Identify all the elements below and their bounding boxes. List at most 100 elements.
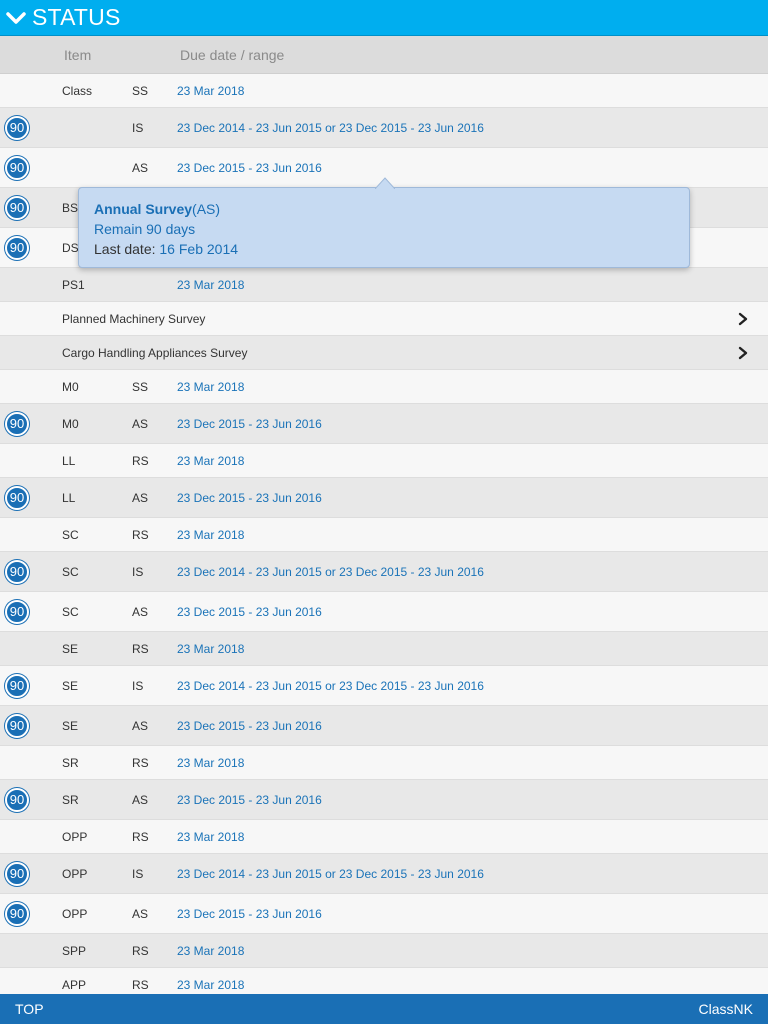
row-due: 23 Dec 2015 - 23 Jun 2016 xyxy=(177,604,322,619)
row-item: SE xyxy=(62,678,79,693)
table-row[interactable]: 90 SC AS 23 Dec 2015 - 23 Jun 2016 xyxy=(0,592,768,632)
row-item: SC xyxy=(62,604,79,619)
table-row[interactable]: LL RS 23 Mar 2018 xyxy=(0,444,768,478)
row-due: 23 Dec 2015 - 23 Jun 2016 xyxy=(177,718,322,733)
row-code: RS xyxy=(132,977,149,992)
chevron-down-icon[interactable] xyxy=(0,10,32,26)
row-label: Planned Machinery Survey xyxy=(62,311,206,326)
table-row[interactable]: 90 LL AS 23 Dec 2015 - 23 Jun 2016 xyxy=(0,478,768,518)
row-due: 23 Dec 2015 - 23 Jun 2016 xyxy=(177,792,322,807)
row-code: AS xyxy=(132,906,149,921)
row-item: OPP xyxy=(62,866,88,881)
days-badge[interactable]: 90 xyxy=(5,673,29,698)
row-due: 23 Dec 2015 - 23 Jun 2016 xyxy=(177,906,322,921)
table-row[interactable]: Class SS 23 Mar 2018 xyxy=(0,74,768,108)
row-code: AS xyxy=(132,718,149,733)
table-row[interactable]: SC RS 23 Mar 2018 xyxy=(0,518,768,552)
row-label: Cargo Handling Appliances Survey xyxy=(62,345,248,360)
row-code: RS xyxy=(132,829,149,844)
tooltip-code: (AS) xyxy=(192,201,221,217)
row-item: SC xyxy=(62,527,79,542)
column-item: Item xyxy=(64,47,92,63)
table-row[interactable]: 90 SE AS 23 Dec 2015 - 23 Jun 2016 xyxy=(0,706,768,746)
row-item: SE xyxy=(62,641,79,656)
table-row[interactable]: OPP RS 23 Mar 2018 xyxy=(0,820,768,854)
status-header[interactable]: STATUS xyxy=(0,0,768,36)
tooltip-last-date: 16 Feb 2014 xyxy=(159,241,239,257)
row-due: 23 Mar 2018 xyxy=(177,453,245,468)
chevron-right-icon[interactable] xyxy=(736,346,750,360)
table-row[interactable]: PS1 23 Mar 2018 xyxy=(0,268,768,302)
table-row[interactable]: 90 M0 AS 23 Dec 2015 - 23 Jun 2016 xyxy=(0,404,768,444)
row-code: IS xyxy=(132,866,144,881)
row-item: M0 xyxy=(62,416,79,431)
row-due: 23 Dec 2014 - 23 Jun 2015 or 23 Dec 2015… xyxy=(177,564,484,579)
row-code: AS xyxy=(132,490,149,505)
top-link[interactable]: TOP xyxy=(15,1001,44,1017)
link-row[interactable]: Cargo Handling Appliances Survey xyxy=(0,336,768,370)
table-row[interactable]: 90 IS 23 Dec 2014 - 23 Jun 2015 or 23 Dec … xyxy=(0,108,768,148)
table-row[interactable]: SPP RS 23 Mar 2018 xyxy=(0,934,768,968)
page-title: STATUS xyxy=(32,4,121,30)
row-code: AS xyxy=(132,416,149,431)
days-badge[interactable]: 90 xyxy=(5,411,29,436)
row-code: RS xyxy=(132,527,149,542)
chevron-right-icon[interactable] xyxy=(736,312,750,326)
row-code: RS xyxy=(132,641,149,656)
days-badge[interactable]: 90 xyxy=(5,195,29,220)
row-code: IS xyxy=(132,564,144,579)
table-row[interactable]: 90 SE IS 23 Dec 2014 - 23 Jun 2015 or 23 De… xyxy=(0,666,768,706)
table-row[interactable]: 90 OPP IS 23 Dec 2014 - 23 Jun 2015 or 23 D… xyxy=(0,854,768,894)
row-item: LL xyxy=(62,453,76,468)
row-code: AS xyxy=(132,604,149,619)
row-due: 23 Mar 2018 xyxy=(177,83,245,98)
link-row[interactable]: Planned Machinery Survey xyxy=(0,302,768,336)
days-badge[interactable]: 90 xyxy=(5,559,29,584)
row-due: 23 Dec 2015 - 23 Jun 2016 xyxy=(177,160,322,175)
days-badge[interactable]: 90 xyxy=(5,787,29,812)
row-code: IS xyxy=(132,678,144,693)
row-due: 23 Dec 2014 - 23 Jun 2015 or 23 Dec 2015… xyxy=(177,678,484,693)
days-badge[interactable]: 90 xyxy=(5,599,29,624)
tooltip-pointer xyxy=(375,177,395,189)
row-item: LL xyxy=(62,490,76,505)
row-item: DS xyxy=(62,240,79,255)
table-row[interactable]: SR RS 23 Mar 2018 xyxy=(0,746,768,780)
row-item: Class xyxy=(62,83,93,98)
row-due: 23 Mar 2018 xyxy=(177,755,245,770)
survey-tooltip: Annual Survey(AS) Remain 90 days Last da… xyxy=(78,177,690,268)
days-badge[interactable]: 90 xyxy=(5,901,29,926)
table-row[interactable]: SE RS 23 Mar 2018 xyxy=(0,632,768,666)
row-code: RS xyxy=(132,943,149,958)
row-item: OPP xyxy=(62,906,88,921)
row-due: 23 Dec 2014 - 23 Jun 2015 or 23 Dec 2015… xyxy=(177,120,484,135)
table-row[interactable]: M0 SS 23 Mar 2018 xyxy=(0,370,768,404)
days-badge[interactable]: 90 xyxy=(5,115,29,140)
table-row[interactable]: 90 SC IS 23 Dec 2014 - 23 Jun 2015 or 23 De… xyxy=(0,552,768,592)
row-code: AS xyxy=(132,160,149,175)
row-due: 23 Mar 2018 xyxy=(177,829,245,844)
footer-bar: TOP ClassNK xyxy=(0,994,768,1024)
row-due: 23 Mar 2018 xyxy=(177,527,245,542)
table-row[interactable]: 90 SR AS 23 Dec 2015 - 23 Jun 2016 xyxy=(0,780,768,820)
row-item: BS xyxy=(62,200,79,215)
row-item: APP xyxy=(62,977,87,992)
row-due: 23 Dec 2015 - 23 Jun 2016 xyxy=(177,490,322,505)
tooltip-last-label: Last date: xyxy=(94,241,160,257)
days-badge[interactable]: 90 xyxy=(5,713,29,738)
row-due: 23 Mar 2018 xyxy=(177,379,245,394)
row-code: RS xyxy=(132,755,149,770)
row-item: M0 xyxy=(62,379,79,394)
days-badge[interactable]: 90 xyxy=(5,155,29,180)
row-due: 23 Mar 2018 xyxy=(177,943,245,958)
row-code: RS xyxy=(132,453,149,468)
row-due: 23 Mar 2018 xyxy=(177,977,245,992)
days-badge[interactable]: 90 xyxy=(5,485,29,510)
days-badge[interactable]: 90 xyxy=(5,235,29,260)
row-due: 23 Mar 2018 xyxy=(177,277,245,292)
row-due: 23 Mar 2018 xyxy=(177,641,245,656)
brand-label: ClassNK xyxy=(698,1001,753,1017)
table-row[interactable]: 90 OPP AS 23 Dec 2015 - 23 Jun 2016 xyxy=(0,894,768,934)
days-badge[interactable]: 90 xyxy=(5,861,29,886)
row-due: 23 Dec 2015 - 23 Jun 2016 xyxy=(177,416,322,431)
